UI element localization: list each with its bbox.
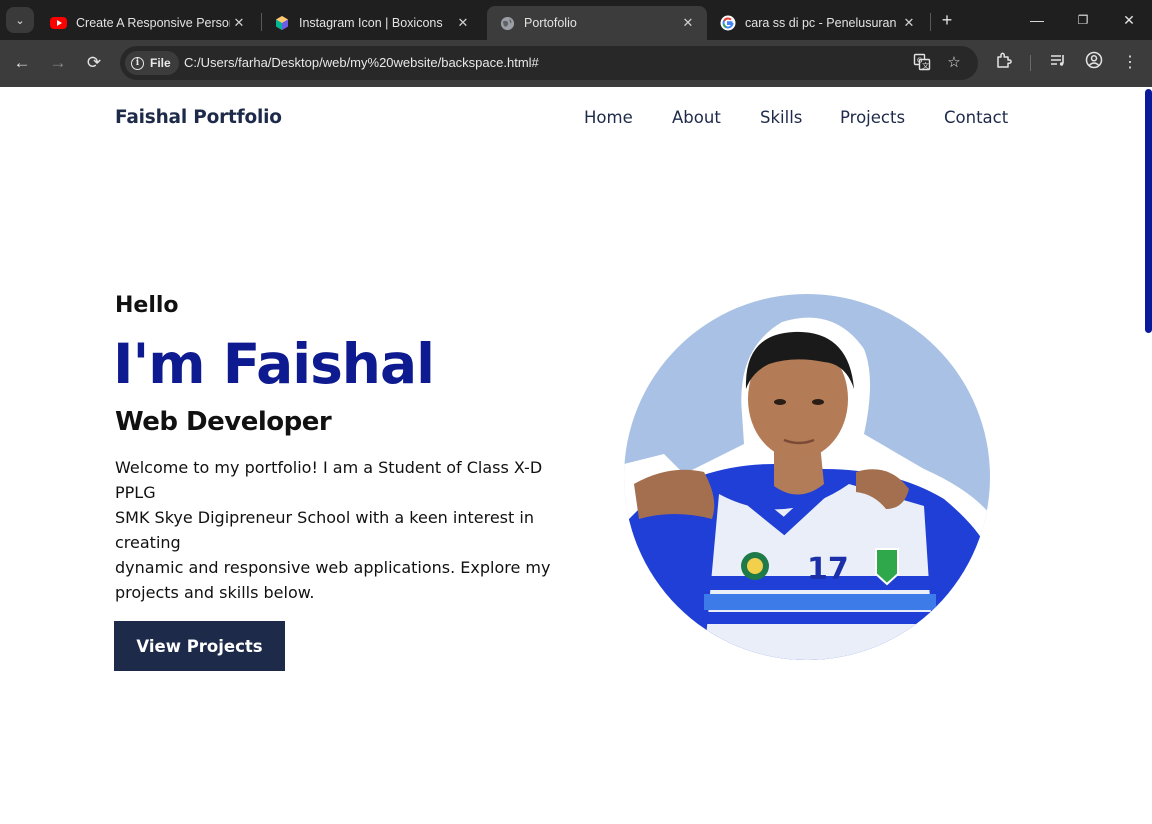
new-tab-plus-icon[interactable]: +: [936, 8, 958, 32]
site-info-chip[interactable]: i File: [125, 51, 179, 75]
url-text[interactable]: C:/Users/farha/Desktop/web/my%20website/…: [184, 55, 539, 70]
bookmark-star-icon[interactable]: ☆: [944, 53, 964, 73]
tab-portofolio[interactable]: Portofolio ✕: [487, 6, 707, 40]
view-projects-button[interactable]: View Projects: [114, 621, 285, 671]
tab-title: cara ss di pc - Penelusuran G: [745, 16, 900, 30]
nav-projects[interactable]: Projects: [840, 108, 905, 127]
description-line: PPLG: [115, 483, 156, 502]
nav-contact[interactable]: Contact: [944, 108, 1008, 127]
back-arrow-icon[interactable]: ←: [10, 51, 34, 75]
scrollbar-thumb[interactable]: [1145, 89, 1152, 333]
hero-name: I'm Faishal: [113, 332, 435, 396]
more-menu-icon[interactable]: ⋮: [1118, 51, 1142, 75]
description-line: SMK Skye Digipreneur School with a keen …: [115, 508, 534, 527]
toolbar-divider: [1030, 55, 1031, 71]
description-line: dynamic and responsive web applications.…: [115, 558, 551, 577]
tab-close-icon[interactable]: ✕: [900, 15, 918, 31]
restore-icon[interactable]: ❐: [1060, 6, 1106, 34]
tab-strip: ⌄ Create A Responsive Persona ✕ Instagra…: [0, 0, 1152, 40]
tab-boxicons[interactable]: Instagram Icon | Boxicons ✕: [262, 6, 482, 40]
tab-title: Portofolio: [524, 16, 577, 30]
tab-google-search[interactable]: cara ss di pc - Penelusuran G ✕: [708, 6, 928, 40]
boxicons-icon: [274, 15, 290, 31]
profile-icon[interactable]: [1082, 51, 1106, 75]
page-scrollbar[interactable]: [1144, 87, 1152, 824]
window-close-icon[interactable]: ✕: [1106, 6, 1152, 34]
minimize-icon[interactable]: —: [1014, 6, 1060, 34]
address-bar[interactable]: i File C:/Users/farha/Desktop/web/my%20w…: [120, 46, 978, 80]
nav-home[interactable]: Home: [584, 108, 633, 127]
nav-about[interactable]: About: [672, 108, 721, 127]
tab-close-icon[interactable]: ✕: [454, 15, 472, 31]
site-brand[interactable]: Faishal Portfolio: [115, 107, 282, 128]
tab-search-button[interactable]: ⌄: [6, 7, 34, 33]
jersey-number: 17: [807, 552, 849, 587]
forward-arrow-icon[interactable]: →: [46, 51, 70, 75]
site-info-label: File: [150, 56, 171, 70]
browser-toolbar: ← → ⟳ i File C:/Users/farha/Desktop/web/…: [0, 40, 1152, 87]
tab-title: Instagram Icon | Boxicons: [299, 16, 443, 30]
youtube-icon: [50, 17, 67, 29]
hero-greeting: Hello: [115, 293, 179, 318]
page-viewport: Faishal Portfolio Home About Skills Proj…: [0, 87, 1152, 824]
hero-description: Welcome to my portfolio! I am a Student …: [115, 455, 565, 605]
google-icon: [720, 15, 736, 31]
globe-icon: [499, 15, 515, 31]
translate-icon[interactable]: G文: [912, 53, 932, 73]
reading-list-icon[interactable]: [1046, 51, 1070, 75]
tab-close-icon[interactable]: ✕: [230, 15, 248, 31]
extensions-icon[interactable]: [992, 51, 1016, 75]
description-line: Welcome to my portfolio! I am a Student …: [115, 458, 543, 477]
nav-skills[interactable]: Skills: [760, 108, 802, 127]
tab-title: Create A Responsive Persona: [76, 16, 230, 30]
tab-youtube[interactable]: Create A Responsive Persona ✕: [38, 6, 258, 40]
description-line: projects and skills below.: [115, 583, 315, 602]
hero-role: Web Developer: [115, 407, 332, 437]
reload-icon[interactable]: ⟳: [82, 51, 106, 75]
tab-close-icon[interactable]: ✕: [679, 15, 697, 31]
profile-photo: 17: [624, 294, 990, 660]
info-icon: i: [131, 56, 144, 70]
tab-divider: [930, 13, 931, 31]
svg-text:文: 文: [922, 61, 929, 70]
description-line: creating: [115, 533, 181, 552]
